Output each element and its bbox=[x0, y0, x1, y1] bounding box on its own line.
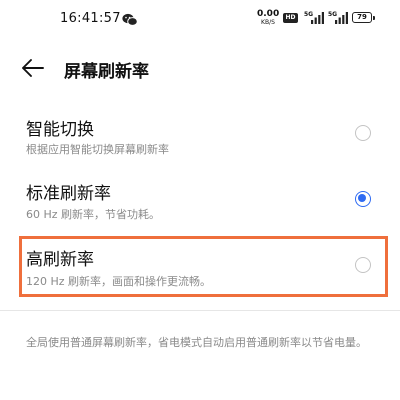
footnote-text: 全局使用普通屏幕刷新率，省电模式自动启用普通刷新率以节省电量。 bbox=[26, 336, 367, 349]
network-speed-unit: KB/S bbox=[261, 19, 275, 26]
option-smart-switch[interactable]: 智能切换 根据应用智能切换屏幕刷新率 bbox=[0, 105, 400, 163]
option-high-refresh-rate[interactable]: 高刷新率 120 Hz 刷新率，画面和操作更流畅。 bbox=[0, 237, 400, 297]
radio-button-selected[interactable] bbox=[355, 191, 371, 207]
option-label: 高刷新率 bbox=[26, 250, 94, 270]
back-arrow-icon bbox=[22, 59, 44, 77]
status-bar: 16:41:57 0.00 KB/S HD 5G 5G 79 bbox=[0, 0, 400, 40]
radio-button[interactable] bbox=[355, 257, 371, 273]
screen: 16:41:57 0.00 KB/S HD 5G 5G 79 屏幕刷新率 智能切… bbox=[0, 0, 400, 400]
option-description: 根据应用智能切换屏幕刷新率 bbox=[26, 143, 169, 156]
option-description: 120 Hz 刷新率，画面和操作更流畅。 bbox=[26, 275, 212, 288]
option-label: 智能切换 bbox=[26, 120, 94, 140]
hd-icon: HD bbox=[283, 13, 298, 23]
option-standard-refresh-rate[interactable]: 标准刷新率 60 Hz 刷新率，节省功耗。 bbox=[0, 172, 400, 230]
page-title: 屏幕刷新率 bbox=[64, 62, 149, 82]
divider bbox=[0, 310, 400, 311]
battery-icon: 79 bbox=[352, 12, 375, 23]
option-label: 标准刷新率 bbox=[26, 184, 111, 204]
status-time: 16:41:57 bbox=[60, 11, 121, 26]
network-speed-value: 0.00 bbox=[257, 9, 280, 19]
wechat-icon bbox=[122, 12, 138, 26]
signal-icon: 5G bbox=[304, 11, 326, 25]
option-description: 60 Hz 刷新率，节省功耗。 bbox=[26, 208, 161, 221]
back-button[interactable] bbox=[20, 56, 46, 80]
signal-icon: 5G bbox=[328, 11, 350, 25]
radio-button[interactable] bbox=[355, 125, 371, 141]
network-speed: 0.00 KB/S bbox=[257, 10, 279, 27]
